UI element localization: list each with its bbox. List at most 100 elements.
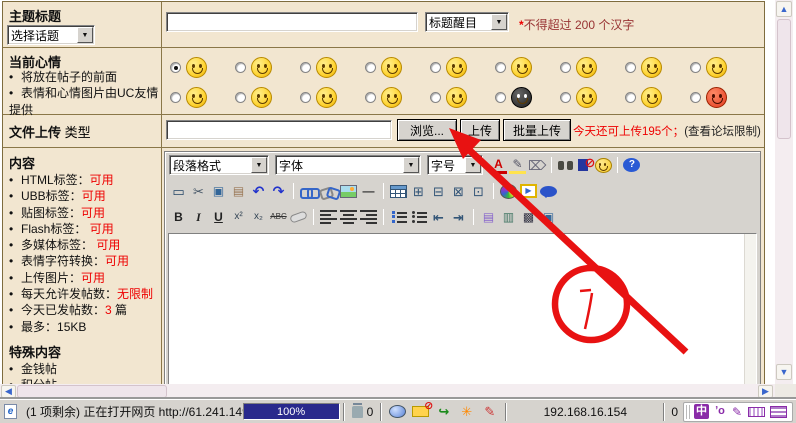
upload-button[interactable]: 上传 (460, 119, 500, 141)
network-icon[interactable] (389, 405, 406, 418)
trash-icon[interactable] (352, 406, 363, 418)
bold-icon[interactable]: B (170, 209, 187, 226)
align-center-icon[interactable] (340, 209, 357, 226)
italic-icon[interactable]: I (190, 209, 207, 226)
forum-limit-link[interactable]: (查看论坛限制) (684, 126, 761, 138)
horizontal-scroll-thumb[interactable] (17, 385, 167, 398)
outdent-icon[interactable]: ⇤ (430, 209, 447, 226)
emoticon-radio-sad[interactable] (560, 92, 571, 103)
horizontal-rule-icon[interactable]: ― (360, 183, 377, 200)
preview-icon[interactable]: ▣ (540, 209, 557, 226)
emoticon-radio-yawn[interactable] (300, 92, 311, 103)
help-icon[interactable]: ? (623, 158, 640, 172)
insert-column-icon[interactable]: ⊟ (430, 183, 447, 200)
permission-value: 可用 (81, 271, 105, 285)
emoticon-radio-heart-eyes[interactable] (365, 62, 376, 73)
insert-cell-icon[interactable]: ⊞ (410, 183, 427, 200)
redo-icon[interactable]: ↷ (270, 183, 287, 200)
subscript-icon[interactable]: x₂ (250, 209, 267, 226)
subject-title-input[interactable] (166, 12, 418, 32)
edit-page-icon[interactable]: ✎ (481, 403, 498, 420)
paste-plain-icon[interactable]: ▤ (480, 209, 497, 226)
cut-icon[interactable]: ✂ (190, 183, 207, 200)
status-icon-group: ↪ ✳ ✎ (385, 403, 502, 420)
font-family-select[interactable]: 字体 ▼ (275, 155, 421, 175)
insert-quote-icon[interactable] (540, 186, 557, 197)
emoticon-radio-sweat[interactable] (430, 92, 441, 103)
scroll-right-button[interactable]: ▶ (758, 385, 773, 398)
new-document-icon[interactable]: ▭ (170, 183, 187, 200)
emoticon-radio-tongue[interactable] (430, 62, 441, 73)
angry-emoticon-icon (706, 87, 727, 108)
insert-media-icon[interactable]: ▶ (520, 184, 537, 198)
page-horizontal-scrollbar[interactable]: ◀ ▶ (0, 384, 775, 399)
hyperlink-icon[interactable] (300, 183, 317, 200)
highlight-icon[interactable]: ✎ (509, 157, 526, 174)
popup-blocked-icon[interactable] (412, 406, 429, 417)
remove-format-icon[interactable] (289, 210, 308, 223)
view-source-icon[interactable]: ▥ (500, 209, 517, 226)
scroll-down-button[interactable]: ▼ (776, 364, 792, 380)
remove-link-icon[interactable] (320, 183, 337, 200)
split-cell-icon[interactable]: ⊡ (470, 183, 487, 200)
ime-menu-icon[interactable] (770, 406, 787, 418)
ime-language-bar[interactable]: 中 ʼo ✎ (683, 402, 793, 422)
insert-table-icon[interactable] (390, 185, 407, 198)
emoticon-radio-sleepy[interactable] (625, 62, 636, 73)
insert-image-icon[interactable] (340, 185, 357, 198)
title-style-select[interactable]: 标题醒目 ▼ (425, 12, 509, 32)
browse-button[interactable]: 浏览... (397, 119, 457, 141)
scroll-up-button[interactable]: ▲ (776, 1, 792, 17)
align-right-icon[interactable] (360, 209, 377, 226)
emoticon-radio-surprised[interactable] (690, 62, 701, 73)
ime-pen-icon[interactable]: ✎ (731, 403, 743, 420)
topic-select[interactable]: 选择话题 ▼ (7, 25, 95, 45)
special-section-title: 特殊内容 (9, 342, 160, 361)
emoticon-radio-question[interactable] (170, 92, 181, 103)
emoticon-radio-smile[interactable] (170, 62, 181, 73)
paragraph-format-select[interactable]: 段落格式 ▼ (169, 155, 269, 175)
strikethrough-icon[interactable]: ABC (270, 209, 287, 226)
unordered-list-icon[interactable] (410, 209, 427, 226)
page-vertical-scrollbar[interactable]: ▲ ▼ (775, 0, 793, 384)
indent-icon[interactable]: ⇥ (450, 209, 467, 226)
download-icon[interactable]: ↪ (435, 403, 452, 420)
font-size-select[interactable]: 字号 ▼ (427, 155, 483, 175)
emoticon-radio-frown[interactable] (235, 92, 246, 103)
alert-icon[interactable]: ✳ (458, 403, 475, 420)
emoticon-radio-cool-sunglasses[interactable] (495, 62, 506, 73)
paste-icon[interactable]: ▤ (230, 183, 247, 200)
editor-scrollbar[interactable] (744, 234, 756, 384)
emoticon-radio-shy[interactable] (235, 62, 246, 73)
ordered-list-icon[interactable] (390, 209, 407, 226)
undo-icon[interactable]: ↶ (250, 183, 267, 200)
eraser-3d-icon[interactable]: ⌦ (528, 157, 546, 174)
file-upload-input[interactable] (166, 120, 392, 140)
emoticon-radio-ninja[interactable] (495, 92, 506, 103)
font-color-icon[interactable]: A (490, 157, 507, 174)
find-icon[interactable] (557, 157, 574, 174)
font-family-value: 字体 (276, 157, 403, 174)
insert-emoticon-icon[interactable] (595, 158, 612, 173)
editor-text-area[interactable] (168, 233, 757, 385)
insert-flash-icon[interactable] (500, 184, 517, 199)
emoticon-radio-laugh-cry[interactable] (365, 92, 376, 103)
ime-tone-icon[interactable]: ʼo (714, 403, 726, 420)
emoticon-radio-angry[interactable] (690, 92, 701, 103)
vertical-scroll-thumb[interactable] (777, 19, 791, 139)
align-left-icon[interactable] (320, 209, 337, 226)
scroll-left-button[interactable]: ◀ (1, 385, 16, 398)
ime-grip-handle[interactable] (686, 405, 690, 419)
insert-row-icon[interactable]: ⊠ (450, 183, 467, 200)
emoticon-radio-blush[interactable] (300, 62, 311, 73)
ime-lang-icon[interactable]: 中 (694, 404, 709, 419)
emoticon-radio-hammer[interactable] (625, 92, 636, 103)
underline-icon[interactable]: U (210, 209, 227, 226)
batch-upload-button[interactable]: 批量上传 (503, 119, 571, 141)
uc-block-icon[interactable] (576, 157, 593, 174)
ime-keyboard-icon[interactable] (748, 407, 765, 417)
select-all-icon[interactable]: ▩ (520, 209, 537, 226)
superscript-icon[interactable]: x² (230, 209, 247, 226)
copy-icon[interactable]: ▣ (210, 183, 227, 200)
emoticon-radio-lick[interactable] (560, 62, 571, 73)
